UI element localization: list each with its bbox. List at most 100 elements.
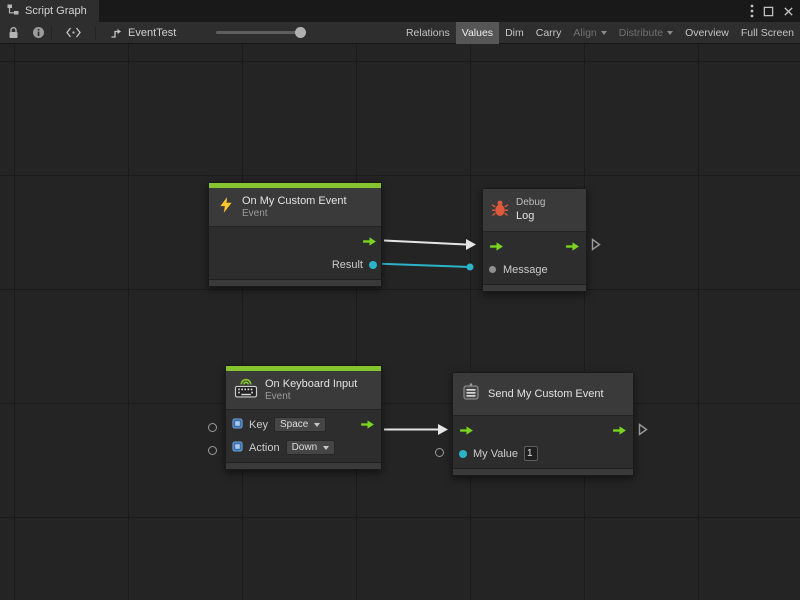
port-row: Result: [209, 253, 381, 276]
key-dropdown-value: Space: [280, 419, 308, 430]
my-value-external-port[interactable]: [435, 448, 444, 457]
button-label: Relations: [406, 27, 450, 39]
carry-button[interactable]: Carry: [530, 22, 568, 44]
button-label: Align: [573, 27, 596, 39]
chevron-down-icon: [323, 446, 329, 450]
keyboard-icon: [234, 377, 258, 403]
flow-output-port[interactable]: [362, 236, 377, 247]
wire-flow-custom-event-to-log[interactable]: [384, 241, 466, 245]
node-footer: [226, 462, 381, 469]
window-menu-icon[interactable]: [750, 4, 754, 18]
fullscreen-button[interactable]: Full Screen: [735, 22, 800, 44]
port-row: [483, 235, 586, 258]
button-label: Overview: [685, 27, 729, 39]
action-dropdown[interactable]: Down: [286, 440, 336, 455]
relations-button[interactable]: Relations: [400, 22, 456, 44]
zoom-slider-track[interactable]: [216, 31, 306, 34]
button-label: Values: [462, 27, 493, 39]
tab-bar: Script Graph: [0, 0, 800, 22]
my-value-input[interactable]: [524, 446, 538, 461]
unity-graph-window: Script Graph EventTest: [0, 0, 800, 600]
key-external-port[interactable]: [208, 423, 217, 432]
toolbar-separator: [95, 26, 96, 40]
node-send-my-custom-event[interactable]: Send My Custom Event My Value: [452, 372, 634, 476]
button-label: Carry: [536, 27, 562, 39]
node-body: Message: [483, 231, 586, 284]
distribute-button[interactable]: Distribute: [613, 22, 679, 44]
node-header: Debug Log: [483, 189, 586, 231]
flow-continuation-handle[interactable]: [591, 238, 601, 256]
wire-arrowhead: [438, 424, 448, 435]
overview-button[interactable]: Overview: [679, 22, 735, 44]
graph-breadcrumb[interactable]: EventTest: [128, 27, 176, 39]
flow-input-port[interactable]: [489, 241, 504, 252]
window-controls: [750, 0, 794, 22]
node-title: Send My Custom Event: [488, 387, 604, 401]
lightning-icon: [217, 196, 235, 219]
key-port-label: Key: [249, 419, 268, 431]
result-output-port[interactable]: [369, 261, 377, 269]
button-label: Distribute: [619, 27, 663, 39]
graph-canvas[interactable]: On My Custom Event Event Result: [0, 44, 800, 600]
node-header: Send My Custom Event: [453, 373, 633, 415]
node-header: On My Custom Event Event: [209, 188, 381, 226]
close-icon[interactable]: [783, 6, 794, 17]
wires-layer: [0, 44, 800, 600]
maximize-icon[interactable]: [763, 6, 774, 17]
flow-output-port[interactable]: [360, 419, 375, 430]
flow-continuation-handle[interactable]: [638, 423, 648, 441]
flow-input-port[interactable]: [459, 425, 474, 436]
action-external-port[interactable]: [208, 446, 217, 455]
zoom-slider-knob[interactable]: [295, 27, 306, 38]
message-port-label: Message: [503, 264, 548, 276]
port-row: My Value: [453, 442, 633, 465]
node-subtitle: Event: [242, 208, 347, 220]
graph-ref-icon: [110, 27, 122, 39]
node-footer: [483, 284, 586, 291]
node-on-my-custom-event[interactable]: On My Custom Event Event Result: [208, 182, 382, 287]
result-port-label: Result: [332, 259, 363, 271]
node-title: On Keyboard Input: [265, 377, 357, 391]
toolbar-separator: [51, 26, 52, 40]
lock-icon[interactable]: [8, 26, 19, 39]
chevron-down-icon: [667, 31, 673, 35]
tab-script-graph[interactable]: Script Graph: [0, 0, 99, 22]
code-icon[interactable]: [66, 27, 81, 38]
values-button[interactable]: Values: [456, 22, 499, 44]
enum-type-icon: [232, 418, 243, 432]
enum-type-icon: [232, 441, 243, 455]
wire-value-result-to-message[interactable]: [375, 264, 470, 268]
event-icon: [461, 382, 481, 407]
port-row: Key Space: [226, 413, 381, 436]
action-dropdown-value: Down: [292, 442, 318, 453]
node-footer: [453, 468, 633, 475]
my-value-input-port[interactable]: [459, 450, 467, 458]
node-footer: [209, 279, 381, 286]
align-button[interactable]: Align: [567, 22, 612, 44]
message-input-port[interactable]: [489, 266, 496, 273]
flow-output-port[interactable]: [565, 241, 580, 252]
info-icon[interactable]: [32, 26, 45, 39]
graph-toolbar: EventTest Relations Values Dim Carry Ali…: [0, 22, 800, 44]
node-header: On Keyboard Input Event: [226, 371, 381, 409]
port-row: [209, 230, 381, 253]
button-label: Full Screen: [741, 27, 794, 39]
my-value-port-label: My Value: [473, 448, 518, 460]
button-label: Dim: [505, 27, 524, 39]
port-row: [453, 419, 633, 442]
node-body: Key Space Action Down: [226, 409, 381, 462]
tab-title: Script Graph: [25, 5, 87, 17]
node-on-keyboard-input[interactable]: On Keyboard Input Event Key Space: [225, 365, 382, 470]
script-graph-icon: [7, 4, 19, 18]
node-subtitle: Event: [265, 391, 357, 403]
node-debug-log[interactable]: Debug Log Message: [482, 188, 587, 292]
key-dropdown[interactable]: Space: [274, 417, 326, 432]
node-body: Result: [209, 226, 381, 279]
node-category: Debug: [516, 197, 545, 209]
dim-button[interactable]: Dim: [499, 22, 530, 44]
wire-endpoint: [467, 264, 474, 271]
flow-output-port[interactable]: [612, 425, 627, 436]
bug-icon: [491, 199, 509, 222]
node-body: My Value: [453, 415, 633, 468]
chevron-down-icon: [601, 31, 607, 35]
